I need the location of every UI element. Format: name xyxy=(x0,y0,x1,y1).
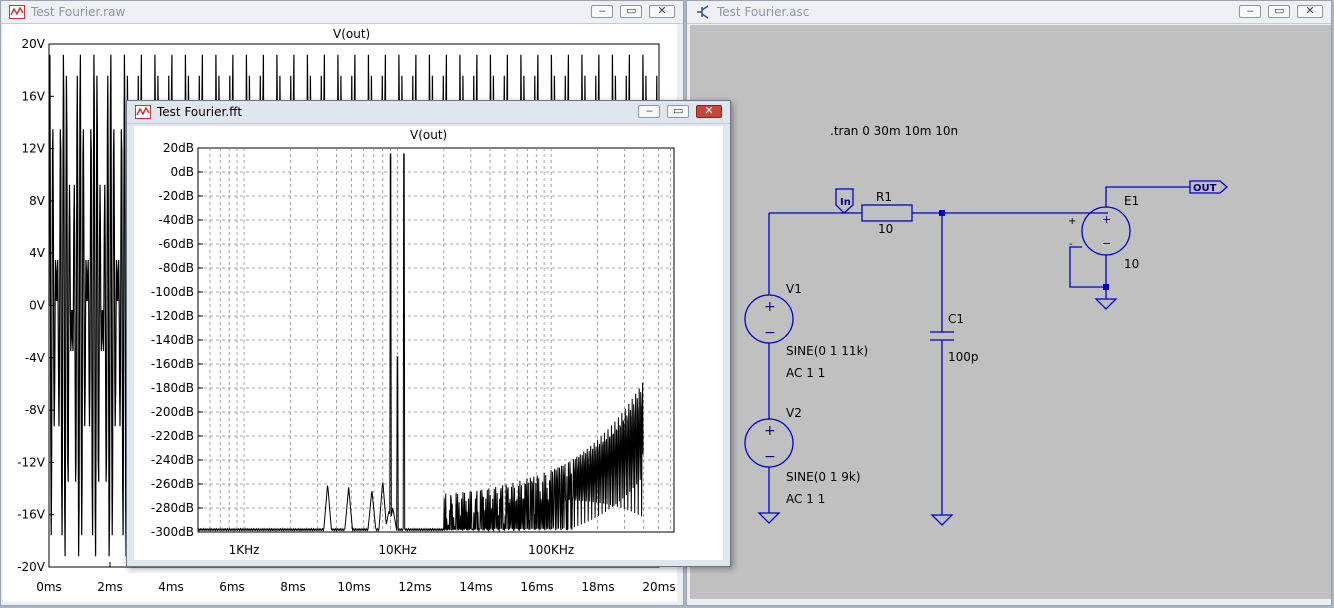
v1-ac[interactable]: AC 1 1 xyxy=(786,366,825,380)
fft-plot-panel: V(out) 20dB 0dB -20dB -40dB -60dB -80dB -100dB… xyxy=(134,126,723,560)
raw-y-tick-label: 16V xyxy=(22,89,46,103)
transistor-icon xyxy=(695,5,711,19)
fft-x-tick-label: 100KHz xyxy=(528,543,574,557)
raw-y-tick-label: -4V xyxy=(25,351,46,365)
v2-ac[interactable]: AC 1 1 xyxy=(786,492,825,506)
minimize-button[interactable]: ‒ xyxy=(1239,4,1262,18)
raw-y-tick-label: -8V xyxy=(25,403,46,417)
svg-text:−: − xyxy=(764,449,776,465)
schematic-window-titlebar[interactable]: Test Fourier.asc ‒ ▭ ✕ xyxy=(687,1,1331,24)
v1-value[interactable]: SINE(0 1 11k) xyxy=(786,344,868,358)
maximize-button[interactable]: ▭ xyxy=(620,4,643,18)
fft-window-title: Test Fourier.fft xyxy=(157,105,243,119)
raw-window-titlebar[interactable]: Test Fourier.raw ‒ ▭ ✕ xyxy=(1,1,683,24)
maximize-button[interactable]: ▭ xyxy=(667,104,690,118)
fft-y-tick-label: -260dB xyxy=(151,477,194,491)
fft-y-tick-label: -240dB xyxy=(151,453,194,467)
fft-x-tick-label: 10KHz xyxy=(378,543,416,557)
close-icon: ✕ xyxy=(657,4,667,17)
raw-window-title: Test Fourier.raw xyxy=(31,5,126,19)
fft-y-tick-label: -300dB xyxy=(151,525,194,539)
close-button[interactable]: ✕ xyxy=(1297,4,1323,18)
raw-x-tick-label: 0ms xyxy=(36,580,62,594)
c1-name[interactable]: C1 xyxy=(948,312,964,326)
maximize-icon: ▭ xyxy=(625,4,637,17)
in-net-label[interactable]: In xyxy=(840,197,851,208)
close-icon: ✕ xyxy=(704,104,714,117)
raw-y-tick-label: 4V xyxy=(29,246,46,260)
schematic-window-title: Test Fourier.asc xyxy=(717,5,810,19)
e1-value[interactable]: 10 xyxy=(1124,257,1139,271)
e1-plus-pin: + xyxy=(1068,216,1076,227)
minimize-button[interactable]: ‒ xyxy=(591,4,614,18)
fft-spectrum-plot[interactable]: 20dB 0dB -20dB -40dB -60dB -80dB -100dB -120dB -… xyxy=(134,126,723,560)
fft-y-tick-label: -160dB xyxy=(151,357,194,371)
svg-text:+: + xyxy=(1102,213,1111,226)
raw-y-tick-label: -16V xyxy=(17,508,46,522)
minimize-icon: ‒ xyxy=(598,4,606,17)
raw-x-tick-label: 14ms xyxy=(459,580,492,594)
tran-directive[interactable]: .tran 0 30m 10m 10n xyxy=(830,124,958,138)
fft-y-tick-label: -40dB xyxy=(159,213,194,227)
r1-value[interactable]: 10 xyxy=(878,222,893,236)
raw-x-tick-label: 2ms xyxy=(97,580,123,594)
raw-y-tick-label: 20V xyxy=(22,37,46,51)
raw-x-tick-label: 16ms xyxy=(520,580,553,594)
minimize-icon: ‒ xyxy=(1246,4,1254,17)
fft-y-tick-label: -280dB xyxy=(151,501,194,515)
source-polarity-marks: + − + − + − xyxy=(764,213,1111,465)
v2-name[interactable]: V2 xyxy=(786,406,802,420)
v1-name[interactable]: V1 xyxy=(786,282,802,296)
fft-y-tick-label: -100dB xyxy=(151,285,194,299)
close-button[interactable]: ✕ xyxy=(649,4,675,18)
fft-window[interactable]: Test Fourier.fft ‒ ▭ ✕ V(out) 20dB 0dB -20… xyxy=(126,100,731,567)
fft-y-tick-label: 20dB xyxy=(163,141,194,155)
svg-text:+: + xyxy=(764,423,776,439)
raw-x-tick-label: 20ms xyxy=(642,580,675,594)
fft-window-titlebar[interactable]: Test Fourier.fft ‒ ▭ ✕ xyxy=(127,101,730,124)
fft-y-tick-label: -60dB xyxy=(159,237,194,251)
raw-y-tick-label: 12V xyxy=(22,142,46,156)
fft-y-tick-label: 0dB xyxy=(171,165,194,179)
r1-name[interactable]: R1 xyxy=(876,190,892,204)
svg-text:−: − xyxy=(1102,237,1111,250)
c1-value[interactable]: 100p xyxy=(948,350,979,364)
svg-text:+: + xyxy=(764,299,776,315)
raw-x-tick-label: 8ms xyxy=(280,580,306,594)
raw-y-tick-label: -20V xyxy=(17,560,46,574)
raw-y-tick-label: 0V xyxy=(29,299,46,313)
maximize-button[interactable]: ▭ xyxy=(1268,4,1291,18)
maximize-icon: ▭ xyxy=(672,104,684,117)
raw-x-tick-label: 4ms xyxy=(158,580,184,594)
fft-y-tick-label: -80dB xyxy=(159,261,194,275)
svg-text:−: − xyxy=(764,325,776,341)
e1-minus-pin: - xyxy=(1069,239,1073,250)
fft-y-tick-label: -200dB xyxy=(151,405,194,419)
fft-y-tick-label: -140dB xyxy=(151,333,194,347)
maximize-icon: ▭ xyxy=(1273,4,1285,17)
fft-y-tick-label: -20dB xyxy=(159,189,194,203)
close-button[interactable]: ✕ xyxy=(696,104,722,118)
raw-y-tick-label: 8V xyxy=(29,194,46,208)
out-net-label[interactable]: OUT xyxy=(1193,183,1217,194)
fft-x-tick-label: 1KHz xyxy=(229,543,260,557)
waveform-icon xyxy=(135,105,151,119)
raw-x-tick-label: 18ms xyxy=(581,580,614,594)
raw-x-tick-label: 10ms xyxy=(337,580,370,594)
waveform-icon xyxy=(9,5,25,19)
raw-x-tick-label: 12ms xyxy=(398,580,431,594)
close-icon: ✕ xyxy=(1305,4,1315,17)
schematic-canvas[interactable]: + − + − + − .tran 0 30m 10m 10n In OUT R1 1… xyxy=(690,25,1331,599)
v2-value[interactable]: SINE(0 1 9k) xyxy=(786,470,861,484)
e1-name[interactable]: E1 xyxy=(1124,194,1139,208)
raw-y-tick-label: -12V xyxy=(17,455,46,469)
minimize-button[interactable]: ‒ xyxy=(638,104,661,118)
schematic-window[interactable]: Test Fourier.asc ‒ ▭ ✕ + − + − + − .tran… xyxy=(686,0,1332,606)
fft-y-tick-label: -180dB xyxy=(151,381,194,395)
raw-x-tick-label: 6ms xyxy=(219,580,245,594)
minimize-icon: ‒ xyxy=(645,104,653,117)
fft-y-tick-label: -220dB xyxy=(151,429,194,443)
fft-y-tick-label: -120dB xyxy=(151,309,194,323)
